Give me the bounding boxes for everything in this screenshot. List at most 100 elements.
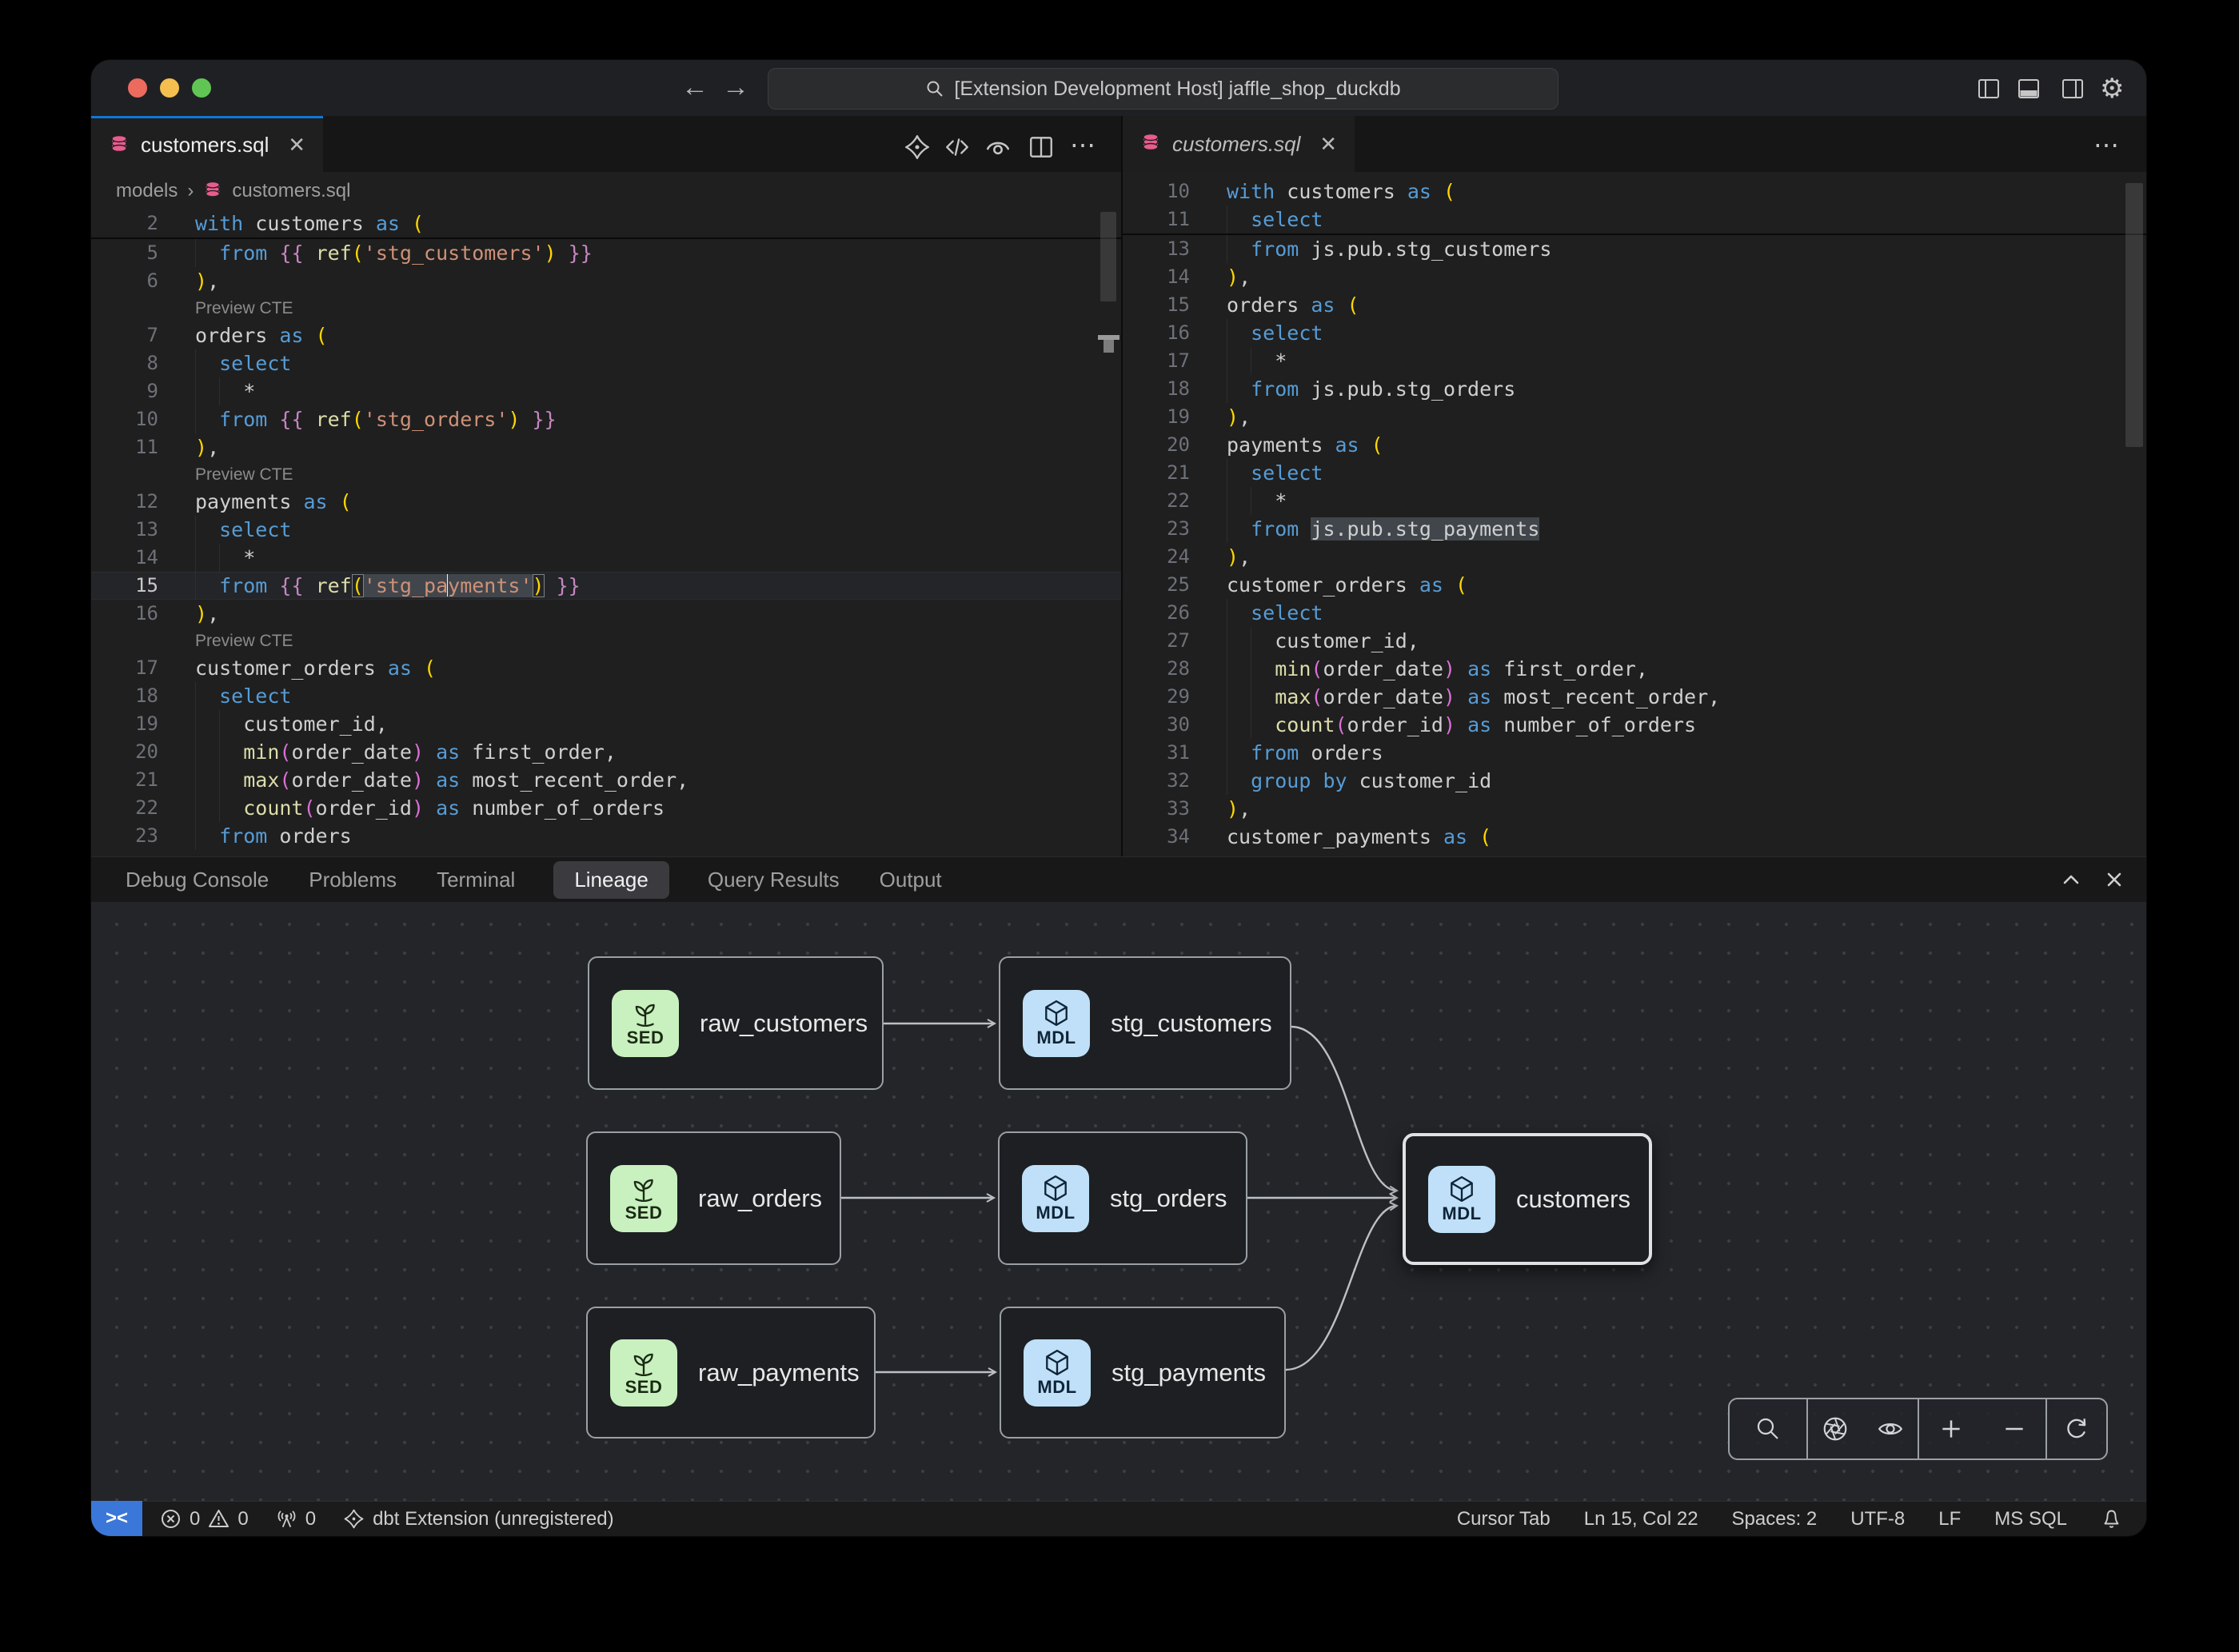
lineage-node-raw_customers[interactable]: SEDraw_customers: [588, 956, 884, 1090]
line-number: 18: [91, 682, 158, 710]
code-line: 10with customers as (: [1123, 178, 2146, 206]
lineage-controls: [1728, 1398, 2108, 1460]
dbt-extension-status[interactable]: dbt Extension (unregistered): [343, 1508, 614, 1530]
panel-tab-query-results[interactable]: Query Results: [706, 861, 841, 899]
cursor-position-status[interactable]: Ln 15, Col 22: [1584, 1508, 1698, 1530]
tab-customers-sql-left[interactable]: customers.sql ✕: [91, 116, 323, 172]
codelens-preview-cte[interactable]: Preview CTE: [195, 295, 293, 321]
badge-label: MDL: [1036, 1028, 1076, 1048]
indent-guide: [195, 738, 196, 766]
code-line: 20 payments as (: [1123, 431, 2146, 459]
code-line: 29 max(order_date) as most_recent_order,: [1123, 683, 2146, 711]
ellipsis-icon[interactable]: ⋯: [1068, 130, 1097, 159]
lineage-node-customers[interactable]: MDLcustomers: [1403, 1133, 1652, 1265]
bottom-panel: Debug Console Problems Terminal Lineage …: [91, 856, 2146, 1501]
model-icon: MDL: [1022, 1165, 1089, 1232]
tab-customers-sql-right[interactable]: customers.sql ✕: [1123, 116, 1355, 172]
cursor-tab-status[interactable]: Cursor Tab: [1457, 1508, 1551, 1530]
code-text: from js.pub.stg_payments: [1227, 515, 1539, 543]
line-number: 27: [1123, 627, 1190, 655]
back-arrow-icon[interactable]: ←: [681, 71, 708, 103]
code-text: max(order_date) as most_recent_order,: [1227, 683, 1720, 711]
lineage-node-raw_payments[interactable]: SEDraw_payments: [586, 1307, 876, 1439]
split-editor-icon[interactable]: [1028, 134, 1056, 162]
eye-icon[interactable]: [1877, 1415, 1904, 1443]
codelens-preview-cte[interactable]: Preview CTE: [195, 628, 293, 654]
panel-tab-problems[interactable]: Problems: [307, 861, 398, 899]
database-icon: [203, 181, 222, 202]
traffic-light-zoom[interactable]: [192, 78, 211, 98]
layout-sidebar-left-icon[interactable]: [1978, 78, 2000, 100]
code-text: *: [195, 377, 255, 405]
ports-status[interactable]: 0: [276, 1508, 316, 1530]
close-icon[interactable]: ✕: [288, 133, 305, 158]
code-text: from orders: [195, 822, 352, 850]
traffic-light-minimize[interactable]: [160, 78, 179, 98]
remote-indicator[interactable]: ><: [91, 1501, 142, 1536]
chevron-up-icon[interactable]: [2058, 867, 2084, 892]
line-number: 23: [91, 822, 158, 850]
dbt-icon[interactable]: [904, 134, 932, 162]
panel-tab-output[interactable]: Output: [878, 861, 944, 899]
problems-status[interactable]: 0 0: [160, 1508, 249, 1530]
eol-status[interactable]: LF: [1938, 1508, 1961, 1530]
seed-icon: SED: [610, 1339, 677, 1407]
forward-arrow-icon[interactable]: →: [722, 71, 749, 103]
traffic-light-close[interactable]: [128, 78, 147, 98]
close-icon[interactable]: [2101, 867, 2127, 892]
code-line: 6),: [91, 267, 1121, 295]
scrollbar-right-editor[interactable]: [2125, 183, 2143, 447]
lineage-graph[interactable]: SEDraw_customers MDLstg_customers SEDraw_o…: [91, 902, 2146, 1502]
zoom-in-icon[interactable]: [1938, 1415, 1965, 1443]
lineage-search-button[interactable]: [1730, 1399, 1806, 1458]
codelens-preview-cte[interactable]: Preview CTE: [195, 461, 293, 488]
code-text: ),: [195, 267, 219, 295]
code-line: 21 max(order_date) as most_recent_order,: [91, 766, 1121, 794]
codelens-row[interactable]: Preview CTE: [91, 628, 1121, 654]
layout-panel-icon[interactable]: [2017, 78, 2040, 100]
code-text: select: [195, 349, 291, 377]
broadcast-tower-icon: [276, 1508, 297, 1530]
lineage-node-stg_customers[interactable]: MDLstg_customers: [999, 956, 1291, 1090]
line-number: 18: [1123, 375, 1190, 403]
preview-icon[interactable]: [984, 134, 1013, 162]
encoding-status[interactable]: UTF-8: [1850, 1508, 1905, 1530]
database-icon: [109, 134, 130, 157]
panel-tab-terminal[interactable]: Terminal: [435, 861, 517, 899]
scrollbar-left-editor[interactable]: [1100, 212, 1116, 301]
indentation-status[interactable]: Spaces: 2: [1732, 1508, 1818, 1530]
zoom-out-icon[interactable]: [2001, 1415, 2028, 1443]
line-number: 25: [1123, 571, 1190, 599]
code-text: payments as (: [1227, 431, 1383, 459]
codelens-row[interactable]: Preview CTE: [91, 295, 1121, 321]
close-icon[interactable]: ✕: [1319, 132, 1337, 157]
lineage-node-stg_payments[interactable]: MDLstg_payments: [1000, 1307, 1286, 1439]
dbt-extension-label: dbt Extension (unregistered): [373, 1508, 614, 1530]
settings-gear-icon[interactable]: ⚙: [2100, 73, 2124, 105]
layout-sidebar-right-icon[interactable]: [2061, 78, 2084, 100]
editor-right[interactable]: 10with customers as (11 select13 from js…: [1123, 172, 2146, 856]
editor-left[interactable]: 2with customers as (5 from {{ ref('stg_c…: [91, 209, 1121, 856]
breadcrumb-folder[interactable]: models: [116, 180, 178, 202]
model-icon: MDL: [1428, 1166, 1495, 1233]
code-text: count(order_id) as number_of_orders: [1227, 711, 1696, 739]
line-number: 20: [1123, 431, 1190, 459]
panel-tabs: Debug Console Problems Terminal Lineage …: [91, 857, 2146, 902]
breadcrumb[interactable]: models › customers.sql: [91, 172, 1121, 209]
bell-icon[interactable]: [2101, 1508, 2122, 1530]
codelens-row[interactable]: Preview CTE: [91, 461, 1121, 488]
code-line: 30 count(order_id) as number_of_orders: [1123, 711, 2146, 739]
indent-guide: [195, 516, 196, 544]
lineage-node-raw_orders[interactable]: SEDraw_orders: [586, 1131, 841, 1265]
language-mode-status[interactable]: MS SQL: [1994, 1508, 2067, 1530]
panel-tab-lineage[interactable]: Lineage: [553, 861, 669, 899]
ellipsis-icon[interactable]: ⋯: [2092, 130, 2121, 159]
node-label: stg_payments: [1112, 1359, 1266, 1387]
code-icon[interactable]: [944, 134, 972, 162]
breadcrumb-file[interactable]: customers.sql: [232, 180, 350, 202]
panel-tab-debug-console[interactable]: Debug Console: [124, 861, 270, 899]
aperture-icon[interactable]: [1822, 1415, 1849, 1443]
command-center-search[interactable]: [Extension Development Host] jaffle_shop…: [768, 68, 1559, 110]
refresh-button[interactable]: [2047, 1399, 2106, 1458]
lineage-node-stg_orders[interactable]: MDLstg_orders: [998, 1131, 1247, 1265]
